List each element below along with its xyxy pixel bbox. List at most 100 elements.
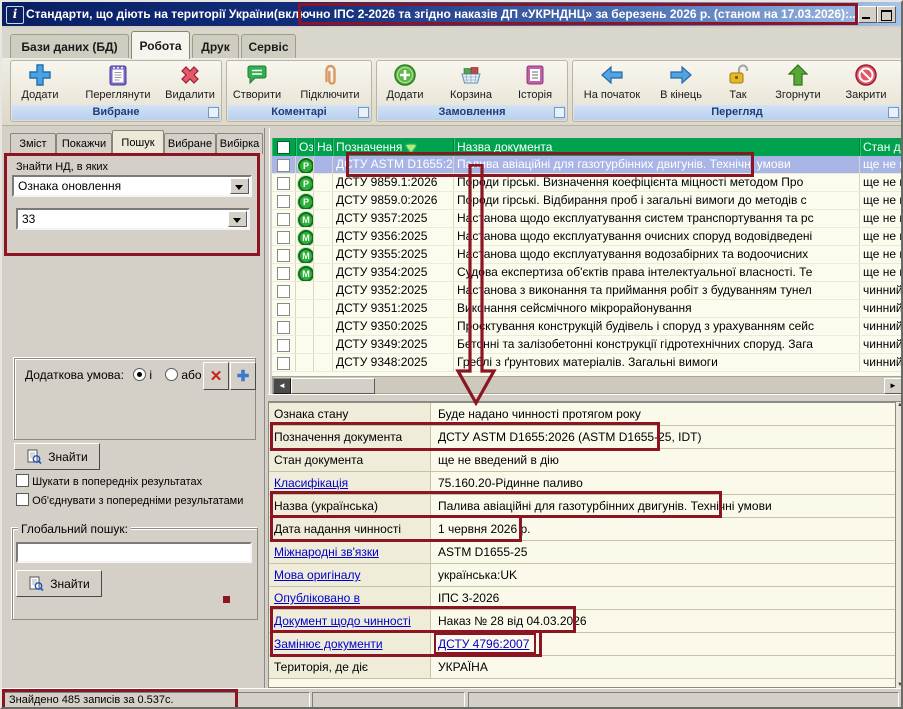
table-row[interactable]: M ДСТУ 9357:2025 Настанова щодо експлуат… bbox=[272, 210, 903, 228]
row-checkbox-icon[interactable] bbox=[277, 267, 290, 280]
row-checkbox-cell[interactable] bbox=[272, 156, 296, 173]
global-find-button[interactable]: Знайти bbox=[16, 570, 102, 597]
row-checkbox-cell[interactable] bbox=[272, 282, 296, 299]
row-checkbox-cell[interactable] bbox=[272, 336, 296, 353]
row-checkbox-icon[interactable] bbox=[277, 177, 290, 190]
table-row[interactable]: P ДСТУ ASTM D1655:2026 ( Палива авіаційн… bbox=[272, 156, 903, 174]
header-mark[interactable]: Озн bbox=[296, 138, 314, 156]
details-vertical-scrollbar[interactable]: ▲▼ bbox=[895, 402, 903, 688]
go-last-button[interactable]: В кінець bbox=[652, 62, 710, 107]
table-row[interactable]: P ДСТУ 9859.0:2026 Породи гірські. Відби… bbox=[272, 192, 903, 210]
table-row[interactable]: M ДСТУ 9355:2025 Настанова щодо експлуат… bbox=[272, 246, 903, 264]
row-checkbox-icon[interactable] bbox=[277, 213, 290, 226]
radio-or[interactable]: або bbox=[165, 368, 202, 382]
row-checkbox-cell[interactable] bbox=[272, 354, 296, 371]
find-button[interactable]: Знайти bbox=[14, 443, 100, 470]
global-search-input[interactable] bbox=[16, 542, 252, 563]
row-checkbox-cell[interactable] bbox=[272, 300, 296, 317]
dialog-launcher-icon[interactable] bbox=[358, 107, 369, 118]
row-checkbox-icon[interactable] bbox=[277, 321, 290, 334]
radio-and[interactable]: і bbox=[133, 368, 152, 382]
table-row[interactable]: ДСТУ 9351:2025 Виконання сейсмічного мік… bbox=[272, 300, 903, 318]
basket-button[interactable]: Корзина bbox=[440, 62, 502, 107]
add-order-button[interactable]: Додати bbox=[380, 62, 430, 107]
sidebar-tab-indexes[interactable]: Покажчи bbox=[56, 133, 112, 154]
search-value-combobox[interactable]: 33 bbox=[16, 208, 250, 230]
table-row[interactable]: M ДСТУ 9354:2025 Судова експертиза об'єк… bbox=[272, 264, 903, 282]
detail-label[interactable]: Класифікація bbox=[269, 472, 431, 494]
table-horizontal-scrollbar[interactable]: ◄ ► bbox=[272, 376, 903, 394]
header-state[interactable]: Стан док bbox=[860, 138, 903, 156]
scroll-right-icon[interactable]: ► bbox=[884, 378, 902, 394]
row-checkbox-cell[interactable] bbox=[272, 264, 296, 281]
dialog-launcher-icon[interactable] bbox=[888, 107, 899, 118]
attach-comment-button[interactable]: Підключити bbox=[292, 62, 368, 107]
table-row[interactable]: ДСТУ 9350:2025 Проєктування конструкцій … bbox=[272, 318, 903, 336]
search-kind-combobox[interactable]: Ознака оновлення bbox=[12, 175, 252, 197]
header-designation[interactable]: Позначення bbox=[333, 138, 454, 156]
minimize-button[interactable] bbox=[858, 6, 877, 23]
go-first-button[interactable]: На початок bbox=[576, 62, 648, 107]
row-checkbox-cell[interactable] bbox=[272, 192, 296, 209]
tab-print[interactable]: Друк bbox=[192, 34, 239, 58]
row-checkbox-icon[interactable] bbox=[277, 195, 290, 208]
header-checkbox-cell[interactable] bbox=[272, 138, 296, 156]
row-checkbox-icon[interactable] bbox=[277, 357, 290, 370]
radio-and-icon[interactable] bbox=[133, 368, 146, 381]
scroll-left-icon[interactable]: ◄ bbox=[273, 378, 291, 394]
table-row[interactable]: ДСТУ 9348:2025 Греблі з ґрунтових матері… bbox=[272, 354, 903, 372]
row-checkbox-cell[interactable] bbox=[272, 228, 296, 245]
sidebar-tab-selection[interactable]: Вибірка bbox=[216, 133, 263, 154]
table-row[interactable]: ДСТУ 9349:2025 Бетонні та залізобетонні … bbox=[272, 336, 903, 354]
scrollbar-thumb[interactable] bbox=[291, 378, 375, 394]
row-checkbox-cell[interactable] bbox=[272, 318, 296, 335]
table-row[interactable]: M ДСТУ 9356:2025 Настанова щодо експлуат… bbox=[272, 228, 903, 246]
table-row[interactable]: ДСТУ 9352:2025 Настанова з виконання та … bbox=[272, 282, 903, 300]
row-checkbox-icon[interactable] bbox=[277, 339, 290, 352]
view-favorite-button[interactable]: Переглянути bbox=[74, 62, 162, 107]
sidebar-tab-favorites[interactable]: Вибране bbox=[164, 133, 216, 154]
row-checkbox-icon[interactable] bbox=[277, 159, 290, 172]
tab-work[interactable]: Робота bbox=[131, 31, 190, 59]
chevron-down-icon[interactable] bbox=[228, 211, 247, 227]
delete-condition-button[interactable]: ✕ bbox=[203, 362, 229, 390]
detail-label[interactable]: Документ щодо чинності bbox=[269, 610, 431, 632]
row-checkbox-cell[interactable] bbox=[272, 174, 296, 191]
delete-favorite-button[interactable]: Видалити bbox=[162, 62, 218, 107]
add-favorite-button[interactable]: Додати bbox=[14, 62, 66, 107]
detail-label[interactable]: Замінює документи bbox=[269, 633, 431, 655]
lock-toggle-button[interactable]: Так bbox=[716, 62, 760, 107]
collapse-button[interactable]: Згорнути bbox=[766, 62, 830, 107]
detail-value[interactable]: ДСТУ 4796:2007 bbox=[432, 633, 895, 655]
sidebar-tab-contents[interactable]: Зміст bbox=[10, 133, 56, 154]
maximize-button[interactable] bbox=[877, 6, 896, 23]
merge-previous-checkbox-row[interactable]: Об'єднувати з попередніми результатами bbox=[16, 493, 260, 507]
radio-or-icon[interactable] bbox=[165, 368, 178, 381]
row-checkbox-cell[interactable] bbox=[272, 246, 296, 263]
close-button[interactable]: Закрити bbox=[836, 62, 896, 107]
scroll-up-icon[interactable]: ▲ bbox=[896, 402, 903, 408]
chevron-down-icon[interactable] bbox=[230, 178, 249, 194]
tab-service[interactable]: Сервіс bbox=[241, 34, 296, 58]
header-doc-title[interactable]: Назва документа bbox=[454, 138, 860, 156]
row-checkbox-icon[interactable] bbox=[277, 285, 290, 298]
row-checkbox-icon[interactable] bbox=[277, 231, 290, 244]
row-checkbox-cell[interactable] bbox=[272, 210, 296, 227]
add-condition-button[interactable]: ✚ bbox=[230, 362, 256, 390]
detail-label[interactable]: Мова оригіналу bbox=[269, 564, 431, 586]
search-previous-checkbox-row[interactable]: Шукати в попередніх результатах bbox=[16, 474, 202, 488]
row-checkbox-icon[interactable] bbox=[277, 303, 290, 316]
table-row[interactable]: P ДСТУ 9859.1:2026 Породи гірські. Визна… bbox=[272, 174, 903, 192]
sidebar-tab-search[interactable]: Пошук bbox=[112, 130, 164, 154]
checkbox-icon[interactable] bbox=[16, 474, 29, 487]
tab-databases[interactable]: Бази даних (БД) bbox=[10, 34, 129, 58]
create-comment-button[interactable]: Створити bbox=[228, 62, 286, 107]
header-checkbox-icon[interactable] bbox=[277, 141, 290, 154]
horizontal-splitter[interactable] bbox=[268, 394, 903, 402]
dialog-launcher-icon[interactable] bbox=[208, 107, 219, 118]
dialog-launcher-icon[interactable] bbox=[554, 107, 565, 118]
history-button[interactable]: Історія bbox=[508, 62, 562, 107]
header-name-short[interactable]: Наз bbox=[314, 138, 333, 156]
row-checkbox-icon[interactable] bbox=[277, 249, 290, 262]
detail-label[interactable]: Опубліковано в bbox=[269, 587, 431, 609]
